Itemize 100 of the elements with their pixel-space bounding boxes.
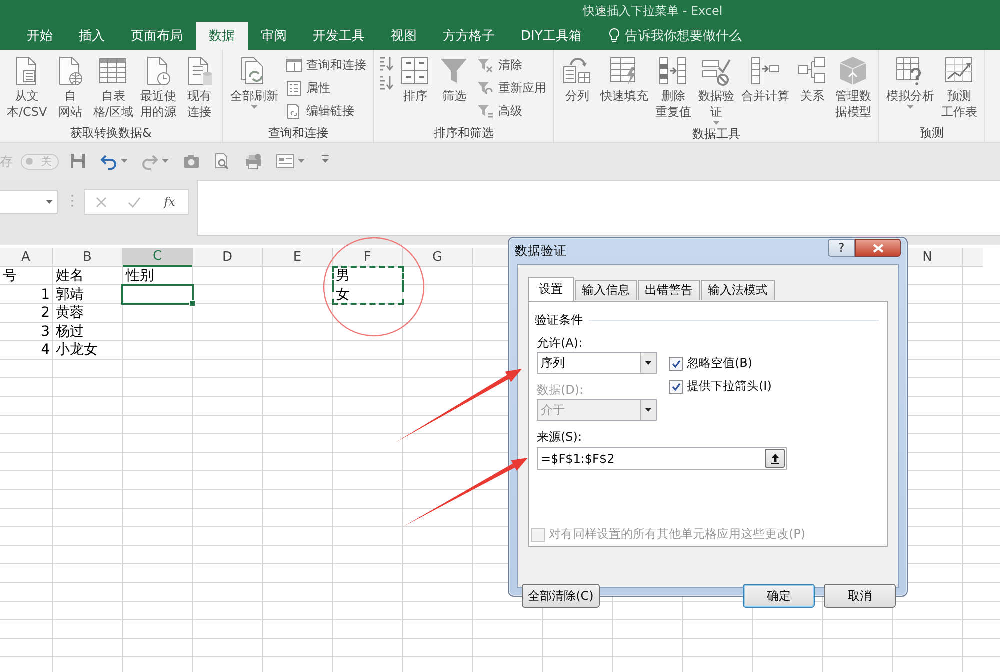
ribbon-button[interactable]: 排序	[396, 53, 434, 124]
window-title: 快速插入下拉菜单 - Excel	[582, 2, 724, 20]
dialog-button[interactable]: 全部清除(C)	[522, 584, 600, 608]
dialog-tab[interactable]: 输入法模式	[701, 280, 775, 300]
close-button[interactable]	[855, 239, 901, 257]
ribbon-button[interactable]: 重新应用	[474, 78, 550, 99]
group-label: 预测	[918, 125, 945, 142]
dropdown[interactable]: 序列	[537, 352, 657, 374]
undo-icon[interactable]	[101, 153, 118, 170]
table-cell-text: 2	[40, 304, 51, 323]
dialog-button[interactable]: 确定	[743, 584, 815, 608]
dialog-tab[interactable]: 出错警告	[638, 280, 700, 300]
ribbon-button[interactable]: 删除重复值	[652, 53, 694, 125]
column-header[interactable]: D	[193, 248, 262, 266]
ribbon-tab[interactable]: 页面布局	[118, 22, 196, 50]
ribbon-tab[interactable]: 审阅	[248, 22, 300, 50]
ribbon-button[interactable]: 自网站	[51, 53, 90, 124]
ribbon-button[interactable]: 现有连接	[180, 53, 218, 124]
ribbon-button[interactable]: 合并计算	[738, 53, 792, 125]
dropdown-value: 介于	[541, 402, 565, 418]
search-field[interactable]: 告诉我你想要做什么	[624, 28, 765, 44]
source-field[interactable]: =$F$1:$F$2	[537, 447, 787, 470]
ribbon-button[interactable]: 清除	[474, 55, 550, 76]
insert-function-button[interactable]: fx	[162, 195, 178, 209]
sort-descending-icon[interactable]	[378, 74, 396, 91]
table-cell-text: 郭靖	[55, 286, 85, 304]
name-box[interactable]	[0, 190, 58, 214]
check-icon	[672, 360, 680, 368]
column-header[interactable]: B	[53, 248, 122, 266]
formula-field[interactable]	[197, 180, 1000, 236]
ribbon-button[interactable]: 从文本/CSV	[4, 53, 50, 124]
column-header[interactable]: E	[263, 248, 332, 266]
sort-ascending-icon[interactable]	[378, 55, 396, 72]
printer-icon[interactable]	[245, 153, 262, 170]
ribbon-button[interactable]: 自表格/区域	[90, 53, 136, 124]
ribbon-button[interactable]: 模拟分析	[883, 53, 938, 124]
table-cell-text: 性别	[124, 267, 155, 286]
ribbon-button[interactable]: 查询和连接	[282, 55, 370, 76]
ribbon-tab[interactable]: 开始	[14, 22, 66, 50]
ribbon-tab[interactable]: 开发工具	[300, 22, 378, 50]
checkbox[interactable]: 忽略空值(B)	[669, 355, 753, 372]
ribbon-tab[interactable]: 方方格子	[430, 22, 508, 50]
list-icon	[285, 80, 302, 97]
group-label: 排序和筛选	[432, 125, 495, 142]
remove-duplicates-icon	[657, 55, 690, 87]
ribbon-button[interactable]: 筛选	[435, 53, 474, 124]
collapse-button[interactable]	[765, 449, 785, 468]
check-icon	[672, 382, 680, 390]
redo-icon[interactable]	[142, 153, 159, 170]
sort-icon	[399, 55, 432, 87]
section-title: 验证条件	[535, 312, 583, 329]
ribbon-tab[interactable]: DIY工具箱	[508, 22, 595, 50]
caret-icon	[645, 408, 652, 412]
column-header[interactable]: A	[0, 248, 52, 266]
field-label: 允许(A):	[537, 335, 583, 352]
caret-icon	[121, 159, 128, 164]
caret-icon	[46, 200, 53, 204]
column-header[interactable]: G	[403, 248, 472, 266]
ribbon-button[interactable]: 高级	[474, 101, 550, 122]
link-file-icon	[285, 103, 302, 120]
ribbon-tab[interactable]: 数据	[196, 22, 248, 50]
ribbon-button[interactable]: 属性	[282, 78, 370, 99]
camera-icon[interactable]	[183, 153, 200, 170]
table-cell-text: 姓名	[55, 267, 85, 286]
ribbon-button[interactable]: 快速填充	[597, 53, 652, 125]
help-button[interactable]: ?	[828, 239, 855, 257]
active-cell[interactable]	[121, 284, 194, 306]
clear-filter-icon	[477, 57, 494, 74]
ribbon-button[interactable]: 最近使用的源	[137, 53, 180, 124]
upload-arrow-icon	[770, 453, 780, 464]
ribbon-tab[interactable]: 插入	[66, 22, 118, 50]
cancel-icon[interactable]	[96, 196, 107, 208]
column-header[interactable]: F	[333, 248, 402, 266]
ribbon-button[interactable]: 全部刷新	[227, 53, 282, 124]
dialog-button[interactable]: 取消	[824, 584, 896, 608]
table-cell-text: 3	[40, 322, 51, 342]
ribbon-tab[interactable]: 视图	[378, 22, 430, 50]
ribbon-button[interactable]: 编辑链接	[282, 101, 370, 122]
grip-icon	[71, 194, 74, 208]
enter-icon[interactable]	[128, 196, 141, 208]
dialog-tab[interactable]: 设置	[528, 277, 574, 301]
column-header[interactable]: C	[123, 248, 192, 267]
ribbon-button[interactable]: 关系	[793, 53, 832, 125]
ribbon-button[interactable]: 数据验证	[695, 53, 738, 125]
table-cell: 女	[333, 286, 403, 304]
dropdown-value: 序列	[541, 354, 565, 372]
checkbox[interactable]: 提供下拉箭头(I)	[669, 378, 772, 395]
group-label: 数据工具	[691, 126, 742, 142]
ribbon-button[interactable]: 管理数据模型	[832, 53, 874, 125]
dialog-tab[interactable]: 输入信息	[575, 280, 637, 300]
consolidate-icon	[749, 55, 782, 87]
autosave-label: 存	[0, 154, 13, 170]
form-icon[interactable]	[276, 153, 295, 170]
table-cell-text: 小龙女	[55, 341, 99, 360]
table-cell-text: 号	[2, 267, 18, 286]
caret-icon	[162, 159, 169, 164]
group-label: 查询和连接	[267, 125, 330, 142]
print-preview-icon[interactable]	[214, 153, 231, 170]
ribbon-button[interactable]: 分列	[558, 53, 596, 125]
ribbon-button[interactable]: 预测工作表	[938, 53, 980, 124]
